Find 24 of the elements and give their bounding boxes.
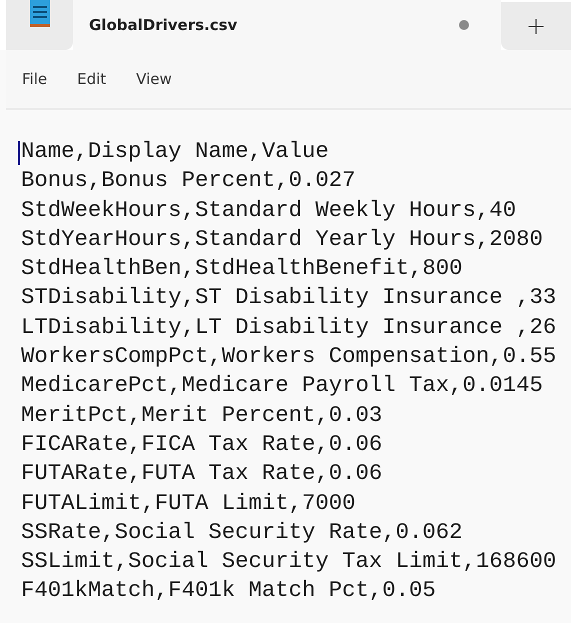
- text-line: F401kMatch,F401k Match Pct,0.05: [21, 576, 436, 606]
- text-line: MedicarePct,Medicare Payroll Tax,0.0145: [21, 371, 543, 400]
- text-line: StdWeekHours,Standard Weekly Hours,40: [21, 196, 516, 225]
- new-tab-button[interactable]: +: [501, 2, 571, 50]
- text-line: MeritPct,Merit Percent,0.03: [21, 400, 382, 430]
- text-line: Bonus,Bonus Percent,0.027: [21, 166, 356, 196]
- text-line: SSLimit,Social Security Tax Limit,168600: [21, 547, 556, 576]
- text-line: STDisability,ST Disability Insurance ,33: [21, 283, 556, 312]
- menu-item[interactable]: File: [12, 66, 58, 92]
- text-line: StdHealthBen,StdHealthBenefit,800: [21, 254, 463, 284]
- menu-item[interactable]: View: [126, 66, 182, 92]
- text-line: StdYearHours,Standard Yearly Hours,2080: [21, 224, 543, 254]
- text-line: SSRate,Social Security Rate,0.062: [21, 518, 463, 547]
- text-line: FUTARate,FUTA Tax Rate,0.06: [21, 459, 382, 488]
- text-line: LTDisability,LT Disability Insurance ,26: [21, 312, 556, 342]
- tab-title: GlobalDrivers.csv: [89, 16, 238, 34]
- text-line: WorkersCompPct,Workers Compensation,0.55: [21, 342, 556, 372]
- menu-item[interactable]: Edit: [67, 66, 116, 92]
- text-line: FUTALimit,FUTA Limit,7000: [21, 488, 356, 518]
- text-cursor: [18, 141, 20, 165]
- notepad-icon: [28, 0, 50, 28]
- text-line: FICARate,FICA Tax Rate,0.06: [21, 430, 382, 459]
- file-tab[interactable]: GlobalDrivers.csv: [73, 0, 501, 50]
- text-line: Name,Display Name,Value: [21, 137, 329, 166]
